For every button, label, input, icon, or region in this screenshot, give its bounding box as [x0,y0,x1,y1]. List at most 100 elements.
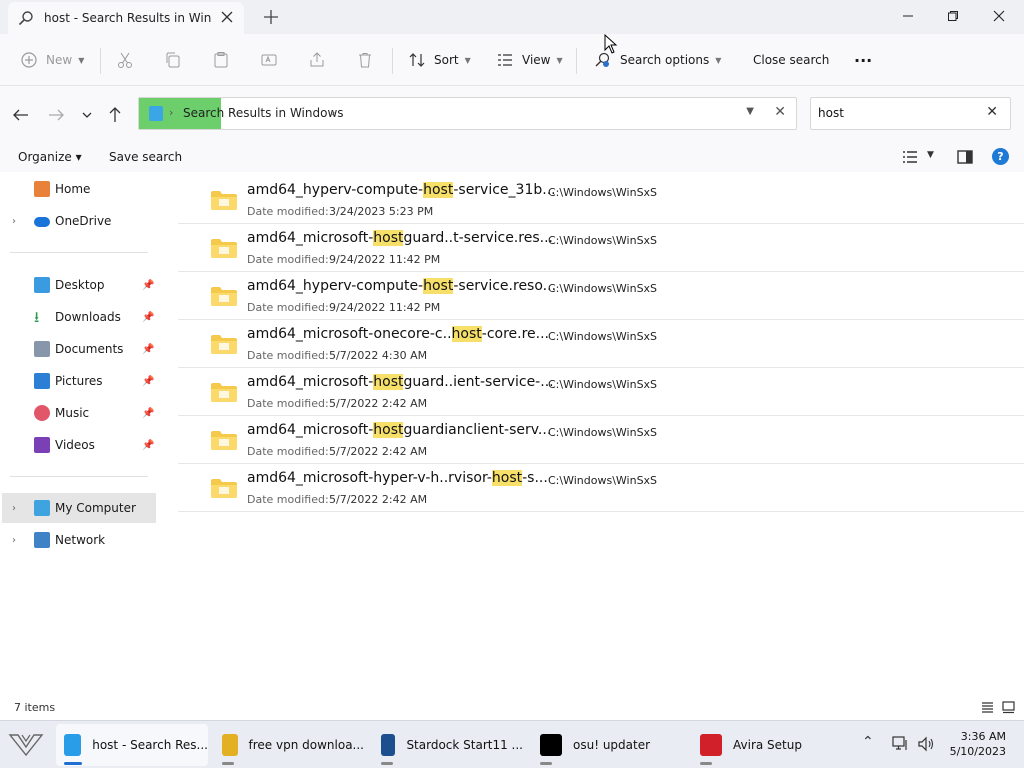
file-name[interactable]: amd64_hyperv-compute-host-service.reso..… [247,278,556,294]
file-name[interactable]: amd64_microsoft-hostguard..t-service.res… [247,230,553,246]
pin-icon[interactable]: 📌 [142,408,154,419]
close-button[interactable] [976,0,1022,32]
sort-icon [409,53,425,67]
back-arrow-icon[interactable] [12,106,30,124]
divider [100,48,101,74]
minimize-button[interactable] [885,0,931,32]
file-row[interactable]: amd64_microsoft-hostguard..ient-service-… [178,368,1024,416]
computer-icon [34,500,50,516]
pin-icon[interactable]: 📌 [142,440,154,451]
sidebar-item-documents[interactable]: Documents 📌 [2,334,156,364]
file-name[interactable]: amd64_hyperv-compute-host-service_31b... [247,182,556,198]
network-tray-icon[interactable] [892,736,910,752]
taskbar-app[interactable]: osu! updater [532,724,682,766]
search-match-highlight: host [423,182,454,198]
search-options-label: Search options [620,53,710,67]
sort-button[interactable]: Sort ▼ [408,46,471,74]
file-name-part: amd64_microsoft- [247,422,374,438]
file-row[interactable]: amd64_hyperv-compute-host-service.reso..… [178,272,1024,320]
close-search-button[interactable]: Close search [753,46,829,74]
more-options-button[interactable]: ··· [854,46,872,74]
clear-search-icon[interactable]: ✕ [986,104,998,120]
preview-pane-icon[interactable] [957,150,973,164]
sidebar-item-downloads[interactable]: ⭳ Downloads 📌 [2,302,156,332]
rename-button[interactable] [260,46,278,74]
file-name[interactable]: amd64_microsoft-hostguardianclient-serv.… [247,422,551,438]
sidebar-item-home[interactable]: Home [2,174,156,204]
navigation-pane: Home › OneDrive Desktop 📌 ⭳ Downloads 📌 … [0,172,158,696]
taskbar-app[interactable]: free vpn downloa... [214,724,364,766]
file-name[interactable]: amd64_microsoft-hostguard..ient-service-… [247,374,554,390]
sidebar-item-network[interactable]: › Network [2,525,156,555]
chevron-right-icon[interactable]: › [12,216,16,227]
share-button[interactable] [308,46,326,74]
taskbar-app[interactable]: host - Search Res... [56,724,208,766]
new-tab-icon[interactable] [262,8,280,26]
file-row[interactable]: amd64_hyperv-compute-host-service_31b...… [178,176,1024,224]
start-icon[interactable] [8,731,44,759]
file-row[interactable]: amd64_microsoft-hostguardianclient-serv.… [178,416,1024,464]
pin-icon[interactable]: 📌 [142,344,154,355]
maximize-button[interactable] [930,0,976,32]
sidebar-item-music[interactable]: Music 📌 [2,398,156,428]
sidebar-item-my-computer[interactable]: › My Computer [2,493,156,523]
view-button[interactable]: View ▼ [496,46,563,74]
chevron-right-icon[interactable]: › [331,106,335,119]
date-modified-value: 5/7/2022 4:30 AM [329,349,428,362]
search-match-highlight: host [491,470,523,486]
chevron-right-icon[interactable]: › [12,503,16,514]
chevron-right-icon[interactable]: › [169,106,173,119]
tab-search-results[interactable]: host - Search Results in Windows [8,2,244,34]
delete-button[interactable] [356,46,374,74]
file-name[interactable]: amd64_microsoft-hyper-v-h..rvisor-host-s… [247,470,548,486]
view-chevron-icon[interactable]: ▼ [927,150,934,160]
file-location: C:\Windows\WinSxS [548,234,658,247]
more-icon: ··· [854,50,873,70]
help-icon[interactable]: ? [992,148,1009,165]
sidebar-item-videos[interactable]: Videos 📌 [2,430,156,460]
sidebar-item-label: Network [55,533,106,547]
file-location: C:\Windows\WinSxS [548,474,658,487]
save-search-button[interactable]: Save search [109,150,182,164]
tab-title: host - Search Results in Windows [44,11,212,25]
organize-button[interactable]: Organize ▾ [18,150,82,164]
date-modified-value: 9/24/2022 11:42 PM [329,253,441,266]
file-row[interactable]: amd64_microsoft-hyper-v-h..rvisor-host-s… [178,464,1024,512]
chevron-down-icon[interactable]: ▼ [746,106,754,117]
sidebar-item-pictures[interactable]: Pictures 📌 [2,366,156,396]
forward-arrow-icon[interactable] [47,106,65,124]
address-bar[interactable]: › Search Results in Windows › ▼ ✕ [138,97,797,130]
search-input[interactable]: host [818,106,844,120]
pin-icon[interactable]: 📌 [142,312,154,323]
network-icon [34,532,50,548]
paste-button[interactable] [212,46,230,74]
close-tab-icon[interactable] [220,10,234,24]
up-arrow-icon[interactable] [106,106,124,124]
clear-address-icon[interactable]: ✕ [774,104,786,120]
pin-icon[interactable]: 📌 [142,280,154,291]
search-box[interactable]: host ✕ [810,97,1011,130]
sidebar-item-onedrive[interactable]: › OneDrive [2,206,156,236]
volume-icon[interactable] [917,736,935,752]
sidebar-item-label: Documents [55,342,124,356]
cut-icon [118,52,132,68]
file-name[interactable]: amd64_microsoft-onecore-c..host-core.re.… [247,326,549,342]
sidebar-item-desktop[interactable]: Desktop 📌 [2,270,156,300]
close-icon [993,10,1005,22]
clock[interactable]: 3:36 AM 5/10/2023 [950,729,1006,759]
thumbnail-layout-icon[interactable] [1002,701,1015,714]
details-layout-icon[interactable] [981,701,994,714]
cut-button[interactable] [116,46,134,74]
file-row[interactable]: amd64_microsoft-hostguard..t-service.res… [178,224,1024,272]
chevron-right-icon[interactable]: › [12,535,16,546]
pin-icon[interactable]: 📌 [142,376,154,387]
breadcrumb[interactable]: Search Results in Windows [183,106,344,120]
details-view-icon[interactable] [902,150,918,164]
taskbar-app[interactable]: Avira Setup [692,724,832,766]
copy-button[interactable] [164,46,182,74]
recent-locations-icon[interactable] [78,106,96,124]
chevron-up-icon[interactable]: ⌃ [862,734,874,750]
new-button[interactable]: New ▼ [20,46,84,74]
file-row[interactable]: amd64_microsoft-onecore-c..host-core.re.… [178,320,1024,368]
taskbar-app[interactable]: Stardock Start11 ... [373,724,523,766]
